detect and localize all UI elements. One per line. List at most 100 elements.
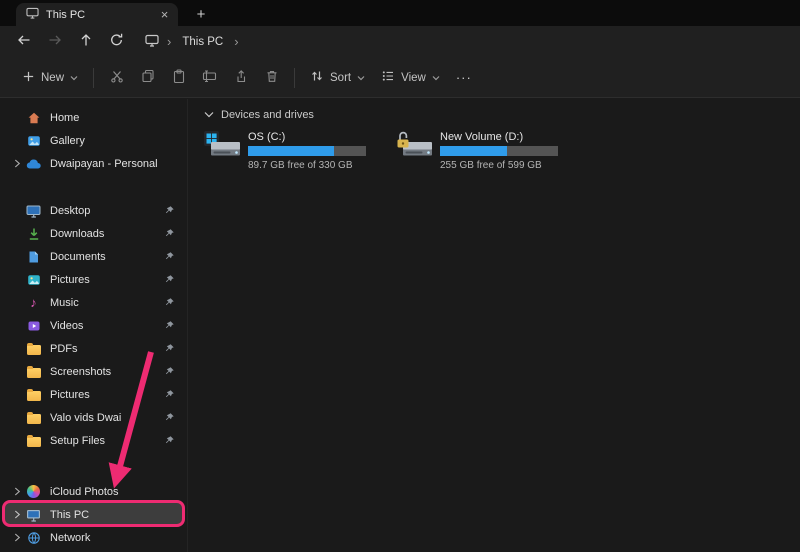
sidebar-item-label: Pictures <box>50 389 162 401</box>
folder-icon <box>25 387 42 403</box>
breadcrumb-this-pc[interactable]: This PC <box>179 34 226 50</box>
sidebar-item-pictures[interactable]: Pictures <box>5 268 182 291</box>
up-button[interactable] <box>70 28 101 56</box>
pin-icon <box>162 205 177 216</box>
rename-icon <box>202 69 217 86</box>
drive-capacity-bar <box>440 146 558 156</box>
sidebar-item-label: Gallery <box>50 135 180 147</box>
pin-icon <box>162 251 177 262</box>
sidebar-item-documents[interactable]: Documents <box>5 245 182 268</box>
breadcrumb-separator: › <box>234 37 238 47</box>
tab-close-button[interactable]: × <box>156 6 173 23</box>
network-icon <box>25 530 42 546</box>
drive-c-icon <box>203 130 241 163</box>
music-icon: ♪ <box>25 295 42 311</box>
tab-title: This PC <box>46 9 149 21</box>
copy-icon <box>141 69 155 86</box>
sort-icon <box>310 69 324 86</box>
sidebar-item-setup-files[interactable]: Setup Files <box>5 429 182 452</box>
view-icon <box>381 69 395 86</box>
sidebar-item-label: Documents <box>50 251 162 263</box>
command-bar: New Sort View <box>0 58 800 98</box>
pictures-icon <box>25 272 42 288</box>
file-explorer-window: This PC × + › This PC › New <box>0 0 800 552</box>
delete-button[interactable] <box>256 63 287 93</box>
sidebar-item-label: Network <box>50 532 180 544</box>
chevron-right-icon[interactable] <box>10 487 25 496</box>
sidebar-item-label: Screenshots <box>50 366 162 378</box>
documents-icon <box>25 249 42 265</box>
drive-new-volume-d[interactable]: New Volume (D:) 255 GB free of 599 GB <box>392 127 576 174</box>
sidebar-item-desktop[interactable]: Desktop <box>5 199 182 222</box>
tab-this-pc[interactable]: This PC × <box>16 3 178 26</box>
sidebar-item-icloud-photos[interactable]: iCloud Photos <box>5 480 182 503</box>
gallery-icon <box>25 133 42 149</box>
chevron-right-icon[interactable] <box>10 510 25 519</box>
sidebar-item-downloads[interactable]: Downloads <box>5 222 182 245</box>
paste-icon <box>172 69 186 86</box>
drive-capacity-bar <box>248 146 366 156</box>
arrow-left-icon <box>16 32 32 53</box>
breadcrumb-separator: › <box>167 37 171 47</box>
rename-button[interactable] <box>194 63 225 93</box>
this-pc-tab-icon <box>26 6 39 24</box>
drives-row: OS (C:) 89.7 GB free of 330 GB <box>189 127 800 174</box>
section-title: Devices and drives <box>221 109 314 121</box>
toolbar-separator <box>294 68 295 88</box>
arrow-up-icon <box>78 32 94 53</box>
drive-free-space: 89.7 GB free of 330 GB <box>248 160 366 171</box>
sidebar-item-pictures-folder[interactable]: Pictures <box>5 383 182 406</box>
sidebar-item-valo-vids[interactable]: Valo vids Dwai <box>5 406 182 429</box>
chevron-right-icon[interactable] <box>10 159 25 168</box>
drive-name: New Volume (D:) <box>440 131 558 143</box>
sidebar-section-gap <box>0 175 187 199</box>
drive-name: OS (C:) <box>248 131 366 143</box>
refresh-icon <box>109 32 124 52</box>
sort-button[interactable]: Sort <box>302 63 373 93</box>
icloud-photos-icon <box>25 484 42 500</box>
more-options-button[interactable]: ··· <box>448 63 480 93</box>
sidebar-item-label: Dwaipayan - Personal <box>50 158 180 170</box>
cut-button[interactable] <box>101 63 132 93</box>
paste-button[interactable] <box>163 63 194 93</box>
sidebar-item-home[interactable]: Home <box>5 106 182 129</box>
sidebar-item-this-pc[interactable]: This PC <box>5 503 182 526</box>
pin-icon <box>162 435 177 446</box>
share-button[interactable] <box>225 63 256 93</box>
sidebar-item-network[interactable]: Network <box>5 526 182 549</box>
pin-icon <box>162 228 177 239</box>
copy-button[interactable] <box>132 63 163 93</box>
new-button[interactable]: New <box>14 63 86 93</box>
devices-and-drives-header: Devices and drives <box>189 99 800 121</box>
drive-os-c[interactable]: OS (C:) 89.7 GB free of 330 GB <box>200 127 384 174</box>
title-bar: This PC × + <box>0 0 800 26</box>
chevron-right-icon[interactable] <box>10 533 25 542</box>
sidebar-item-videos[interactable]: Videos <box>5 314 182 337</box>
sidebar-item-pdfs[interactable]: PDFs <box>5 337 182 360</box>
desktop-icon <box>25 203 42 219</box>
sidebar-item-music[interactable]: ♪ Music <box>5 291 182 314</box>
sidebar-item-label: Videos <box>50 320 162 332</box>
pin-icon <box>162 297 177 308</box>
chevron-down-icon[interactable] <box>204 109 214 121</box>
sidebar-item-label: Desktop <box>50 205 162 217</box>
new-tab-button[interactable]: + <box>190 4 212 24</box>
chevron-down-icon <box>432 72 440 84</box>
refresh-button[interactable] <box>101 28 132 56</box>
sidebar-item-screenshots[interactable]: Screenshots <box>5 360 182 383</box>
sidebar-item-label: This PC <box>50 509 180 521</box>
drive-d-unlocked-icon <box>395 130 433 163</box>
sidebar-item-label: Pictures <box>50 274 162 286</box>
sidebar-item-gallery[interactable]: Gallery <box>5 129 182 152</box>
back-button[interactable] <box>8 28 39 56</box>
sidebar-item-onedrive-personal[interactable]: Dwaipayan - Personal <box>5 152 182 175</box>
cut-icon <box>110 69 124 86</box>
chevron-down-icon <box>357 72 365 84</box>
sidebar-item-label: iCloud Photos <box>50 486 180 498</box>
plus-icon <box>22 70 35 86</box>
forward-button[interactable] <box>39 28 70 56</box>
pin-icon <box>162 274 177 285</box>
view-button[interactable]: View <box>373 63 448 93</box>
navigation-bar: › This PC › <box>0 26 800 58</box>
drive-capacity-fill <box>440 146 507 156</box>
